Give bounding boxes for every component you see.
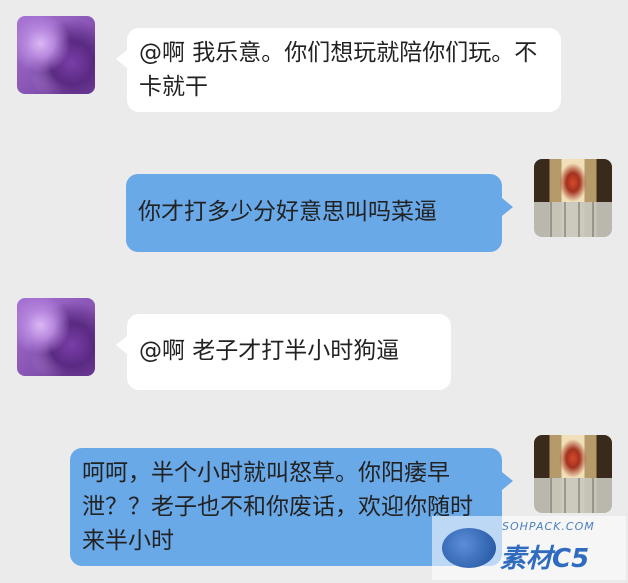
message-bubble-incoming: @啊 老子才打半小时狗逼 [116,314,451,390]
message-text: @啊 我乐意。你们想玩就陪你们玩。不卡就干 [139,40,538,100]
watermark-top-text: SOHPACK.COM [502,520,595,533]
message-text: @啊 老子才打半小时狗逼 [139,338,400,364]
message-text: 呵呵，半个小时就叫怒草。你阳痿早泄？？老子也不和你废话，欢迎你随时来半小时 [82,460,473,554]
self-avatar[interactable] [534,159,612,237]
watermark-logo-icon [442,528,496,568]
message-bubble-incoming: @啊 我乐意。你们想玩就陪你们玩。不卡就干 [116,28,561,112]
message-bubble-outgoing: 你才打多少分好意思叫吗菜逼 [126,174,513,252]
self-avatar[interactable] [534,435,612,513]
watermark: SOHPACK.COM 素材C5 [432,516,626,580]
message-text: 你才打多少分好意思叫吗菜逼 [138,199,437,225]
contact-avatar[interactable] [17,16,95,94]
contact-avatar[interactable] [17,298,95,376]
watermark-bottom-text: 素材C5 [500,544,590,574]
